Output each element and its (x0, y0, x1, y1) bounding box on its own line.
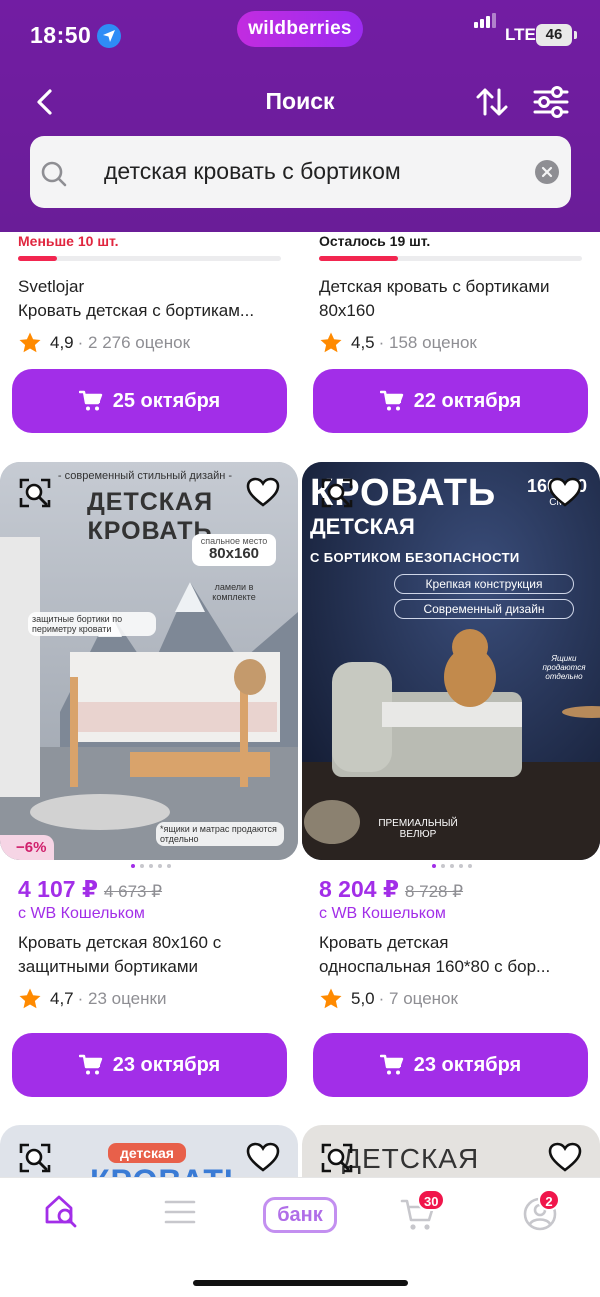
photo-pill: Современный дизайн (394, 599, 574, 619)
product-brand: Svetlojar (18, 277, 85, 296)
product-card[interactable]: 8 204 ₽8 728 ₽ с WB Кошельком Кровать де… (313, 876, 600, 1097)
visual-search-icon[interactable] (320, 476, 354, 510)
delivery-date: 25 октября (112, 389, 221, 412)
delivery-button[interactable]: 23 октября (12, 1033, 287, 1097)
cart-icon (379, 1054, 403, 1075)
cart-icon (78, 390, 102, 411)
delivery-date: 23 октября (112, 1053, 221, 1076)
price: 4 107 ₽4 673 ₽ (18, 876, 163, 902)
cart-icon (78, 1054, 102, 1075)
review-count: · 2 276 оценок (77, 333, 191, 352)
rating: 4,7 · 23 оценки (18, 987, 304, 1011)
location-arrow-icon (97, 24, 121, 48)
cart-icon (379, 390, 403, 411)
stock-label: Меньше 10 шт. (18, 233, 119, 249)
photo-size-tag: спальное место 80x160 (192, 534, 276, 566)
delivery-button[interactable]: 22 октября (313, 369, 588, 433)
photo-pill: Крепкая конструкция (394, 574, 574, 594)
photo-tag: детская (108, 1143, 186, 1163)
cart-count-badge: 30 (417, 1189, 446, 1211)
product-name[interactable]: Детская кровать с бортиками 80x160 (319, 275, 589, 323)
price: 8 204 ₽8 728 ₽ (319, 876, 464, 902)
bank-tab[interactable]: банк (263, 1197, 337, 1233)
heart-icon[interactable] (246, 1141, 280, 1175)
star-icon (320, 332, 342, 353)
photo-caption: Ящики продаются отдельно (542, 654, 586, 681)
visual-search-icon[interactable] (18, 1141, 52, 1175)
photo-caption: *ящики и матрас продаются отдельно (156, 822, 284, 846)
visual-search-icon[interactable] (320, 1141, 354, 1175)
search-input[interactable]: детская кровать с бортиком (30, 136, 571, 208)
brand-logo[interactable]: wildberries (237, 11, 363, 47)
rating-value: 5,0 (351, 989, 375, 1008)
menu-icon[interactable] (163, 1198, 197, 1226)
old-price: 8 728 ₽ (404, 882, 464, 901)
clear-icon[interactable] (535, 160, 559, 184)
review-count: · 23 оценки (77, 989, 167, 1008)
stock-bar (319, 256, 582, 261)
network-type: LTE (505, 25, 536, 44)
product-card[interactable]: 4 107 ₽4 673 ₽ с WB Кошельком Кровать де… (12, 876, 304, 1097)
status-time: 18:50 (30, 22, 92, 48)
star-icon (19, 332, 41, 353)
stock-bar (18, 256, 281, 261)
photo-caption: ламели в комплекте (212, 582, 256, 602)
home-search-icon[interactable] (43, 1192, 79, 1228)
heart-icon[interactable] (246, 476, 280, 510)
battery-indicator: 46 (536, 24, 577, 46)
old-price: 4 673 ₽ (103, 882, 163, 901)
sort-icon[interactable] (474, 84, 510, 120)
product-name[interactable]: Кровать детская с бортикам... (18, 299, 288, 323)
stock-label: Осталось 19 шт. (319, 233, 431, 249)
rating-value: 4,7 (50, 989, 74, 1008)
search-query: детская кровать с бортиком (104, 158, 401, 184)
home-indicator (193, 1280, 408, 1286)
product-card[interactable]: Осталось 19 шт. Детская кровать с бортик… (313, 233, 600, 433)
delivery-button[interactable]: 23 октября (313, 1033, 588, 1097)
rating-value: 4,5 (351, 333, 375, 352)
delivery-date: 22 октября (413, 389, 522, 412)
top-nav: Поиск (0, 78, 600, 126)
profile-count-badge: 2 (538, 1189, 560, 1211)
photo-pager (432, 864, 472, 868)
product-photo[interactable]: - современный стильный дизайн - ДЕТСКАЯ … (0, 462, 298, 860)
delivery-button[interactable]: 25 октября (12, 369, 287, 433)
heart-icon[interactable] (548, 1141, 582, 1175)
photo-pager (131, 864, 171, 868)
delivery-date: 23 октября (413, 1053, 522, 1076)
rating-value: 4,9 (50, 333, 74, 352)
wallet-note: с WB Кошельком (18, 905, 145, 922)
rating: 4,9 · 2 276 оценок (18, 331, 304, 355)
filter-icon[interactable] (532, 84, 570, 120)
rating: 5,0 · 7 оценок (319, 987, 600, 1011)
discount-badge: −6% (0, 835, 55, 860)
rating: 4,5 · 158 оценок (319, 331, 600, 355)
header: 18:50 wildberries LTE 46 Поиск детская к… (0, 0, 600, 232)
product-name[interactable]: Кровать детская 80x160 с защитными борти… (18, 931, 278, 979)
photo-subheadline: ДЕТСКАЯ (310, 514, 415, 539)
product-name[interactable]: Кровать детская односпальная 160*80 с бор… (319, 931, 584, 979)
review-count: · 158 оценок (378, 333, 477, 352)
star-icon (19, 988, 41, 1009)
page-title: Поиск (265, 88, 335, 114)
star-icon (320, 988, 342, 1009)
photo-caption: защитные бортики по периметру кровати (28, 612, 156, 636)
wallet-note: с WB Кошельком (319, 905, 446, 922)
status-bar: 18:50 wildberries LTE 46 (0, 0, 600, 70)
photo-caption: - современный стильный дизайн - (57, 470, 233, 482)
product-card[interactable]: Меньше 10 шт. Svetlojar Кровать детская … (12, 233, 304, 433)
product-photo[interactable]: КРОВАТЬ ДЕТСКАЯ 160x80 СМ С БОРТИКОМ БЕЗ… (302, 462, 600, 860)
search-icon (41, 161, 67, 187)
photo-caption: С БОРТИКОМ БЕЗОПАСНОСТИ (310, 550, 520, 565)
heart-icon[interactable] (548, 476, 582, 510)
review-count: · 7 оценок (378, 989, 458, 1008)
photo-caption: ПРЕМИАЛЬНЫЙ ВЕЛЮР (378, 818, 458, 840)
visual-search-icon[interactable] (18, 476, 52, 510)
